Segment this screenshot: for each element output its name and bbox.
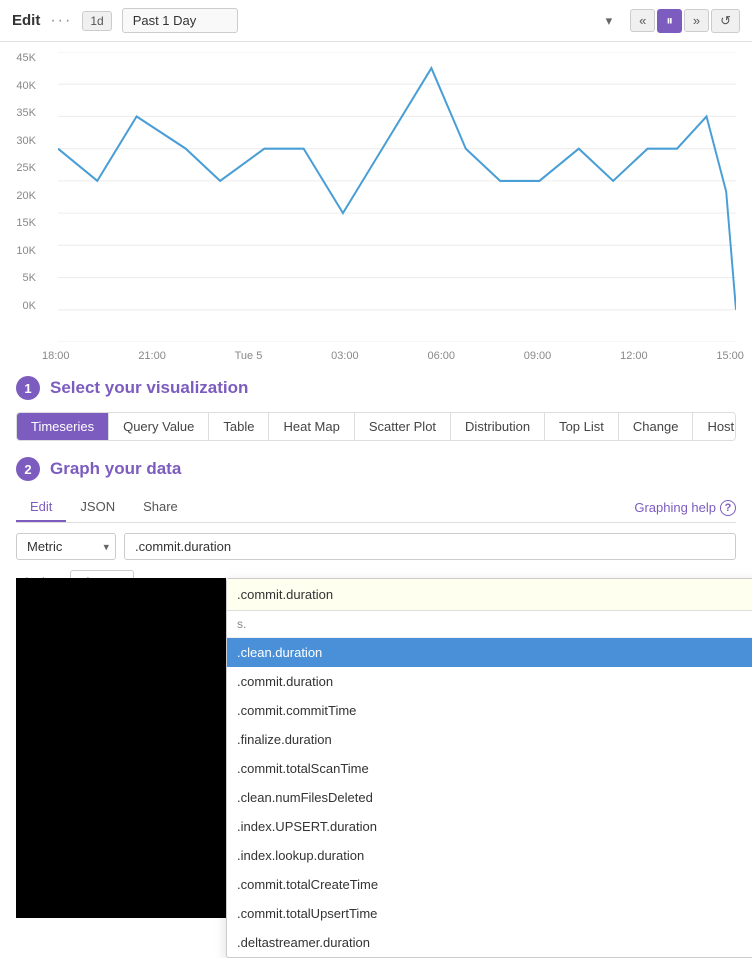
y-label-25k: 25K — [16, 162, 36, 174]
time-badge: 1d — [82, 11, 111, 31]
section1-number: 1 — [16, 376, 40, 400]
section-graph: 2 Graph your data Edit JSON Share Graphi… — [0, 449, 752, 726]
metric-select[interactable]: Metric — [16, 533, 116, 560]
x-axis: 18:00 21:00 Tue 5 03:00 06:00 09:00 12:0… — [42, 346, 744, 362]
x-label-09: 09:00 — [524, 350, 552, 362]
y-label-0k: 0K — [23, 300, 36, 312]
x-label-03: 03:00 — [331, 350, 359, 362]
tab-top-list[interactable]: Top List — [545, 413, 619, 440]
y-axis: 45K 40K 35K 30K 25K 20K 15K 10K 5K 0K — [0, 52, 42, 312]
tab-host[interactable]: Host — [693, 413, 736, 440]
tab-query-value[interactable]: Query Value — [109, 413, 209, 440]
header-controls: « ⏸ » ↺ — [630, 9, 740, 33]
metric-row: Metric — [16, 533, 736, 560]
chart-svg — [58, 52, 736, 342]
metric-select-wrap[interactable]: Metric — [16, 533, 116, 560]
next-button[interactable]: » — [684, 9, 709, 32]
graphing-help[interactable]: Graphing help ? — [634, 500, 736, 516]
x-label-tue: Tue 5 — [235, 350, 263, 362]
dropdown-item-commit-totalupserttime[interactable]: .commit.totalUpsertTime — [227, 899, 752, 928]
y-label-15k: 15K — [16, 217, 36, 229]
metric-dropdown: s. .clean.duration .commit.duration .com… — [226, 578, 752, 958]
tab-heat-map[interactable]: Heat Map — [269, 413, 354, 440]
header-dots: ··· — [50, 12, 72, 30]
tab-timeseries[interactable]: Timeseries — [17, 413, 109, 440]
graphing-help-label: Graphing help — [634, 500, 716, 515]
dropdown-item-clean-numfilesdeleted[interactable]: .clean.numFilesDeleted — [227, 783, 752, 812]
section2-header: 2 Graph your data — [16, 457, 736, 481]
section-visualization: 1 Select your visualization Timeseries Q… — [0, 362, 752, 449]
tab-distribution[interactable]: Distribution — [451, 413, 545, 440]
graph-tab-json[interactable]: JSON — [66, 493, 129, 522]
graph-tab-edit[interactable]: Edit — [16, 493, 66, 522]
dropdown-item-finalize-duration[interactable]: .finalize.duration — [227, 725, 752, 754]
y-label-5k: 5K — [23, 272, 36, 284]
viz-tabs: Timeseries Query Value Table Heat Map Sc… — [16, 412, 736, 441]
dropdown-item-deltastreamer-duration[interactable]: .deltastreamer.duration — [227, 928, 752, 957]
dropdown-item-index-lookup-duration[interactable]: .index.lookup.duration — [227, 841, 752, 870]
tab-scatter-plot[interactable]: Scatter Plot — [355, 413, 451, 440]
dropdown-search-input[interactable] — [227, 579, 752, 611]
section2-number: 2 — [16, 457, 40, 481]
metric-section: Metric s. .clean.duration .commit.durati… — [16, 533, 736, 560]
dropdown-item-commit-totalcreatetime[interactable]: .commit.totalCreateTime — [227, 870, 752, 899]
y-label-40k: 40K — [16, 80, 36, 92]
tab-change[interactable]: Change — [619, 413, 694, 440]
y-label-45k: 45K — [16, 52, 36, 64]
chart-area: 45K 40K 35K 30K 25K 20K 15K 10K 5K 0K 18… — [0, 42, 752, 362]
section1-header: 1 Select your visualization — [16, 376, 736, 400]
viz-tabs-container: Timeseries Query Value Table Heat Map Sc… — [16, 412, 736, 441]
refresh-button[interactable]: ↺ — [711, 9, 740, 33]
dropdown-item-commit-duration[interactable]: .commit.duration — [227, 667, 752, 696]
dropdown-item-index-upsert-duration[interactable]: .index.UPSERT.duration — [227, 812, 752, 841]
x-label-06: 06:00 — [427, 350, 455, 362]
dropdown-item-commit-committime[interactable]: .commit.commitTime — [227, 696, 752, 725]
y-label-30k: 30K — [16, 135, 36, 147]
time-range-select-wrap[interactable]: Past 1 Day Past 1 Hour Past 4 Hours Past… — [122, 8, 620, 33]
x-label-12: 12:00 — [620, 350, 648, 362]
header: Edit ··· 1d Past 1 Day Past 1 Hour Past … — [0, 0, 752, 42]
dropdown-item-commit-totalscantime[interactable]: .commit.totalScanTime — [227, 754, 752, 783]
black-box-overlay — [16, 578, 226, 918]
x-label-21: 21:00 — [138, 350, 166, 362]
x-label-18: 18:00 — [42, 350, 70, 362]
pause-button[interactable]: ⏸ — [657, 9, 682, 33]
tab-table[interactable]: Table — [209, 413, 269, 440]
time-range-select[interactable]: Past 1 Day Past 1 Hour Past 4 Hours Past… — [122, 8, 238, 33]
dropdown-item-clean-duration[interactable]: .clean.duration — [227, 638, 752, 667]
graph-tab-share[interactable]: Share — [129, 493, 192, 522]
graph-tabs-row: Edit JSON Share Graphing help ? — [16, 493, 736, 523]
edit-label: Edit — [12, 12, 40, 29]
y-label-10k: 10K — [16, 245, 36, 257]
dropdown-hint: s. — [227, 611, 752, 638]
y-label-35k: 35K — [16, 107, 36, 119]
section2-title: Graph your data — [50, 459, 181, 479]
y-label-20k: 20K — [16, 190, 36, 202]
prev-button[interactable]: « — [630, 9, 655, 32]
x-label-15: 15:00 — [716, 350, 744, 362]
section1-title: Select your visualization — [50, 378, 248, 398]
metric-input[interactable] — [124, 533, 736, 560]
help-icon: ? — [720, 500, 736, 516]
